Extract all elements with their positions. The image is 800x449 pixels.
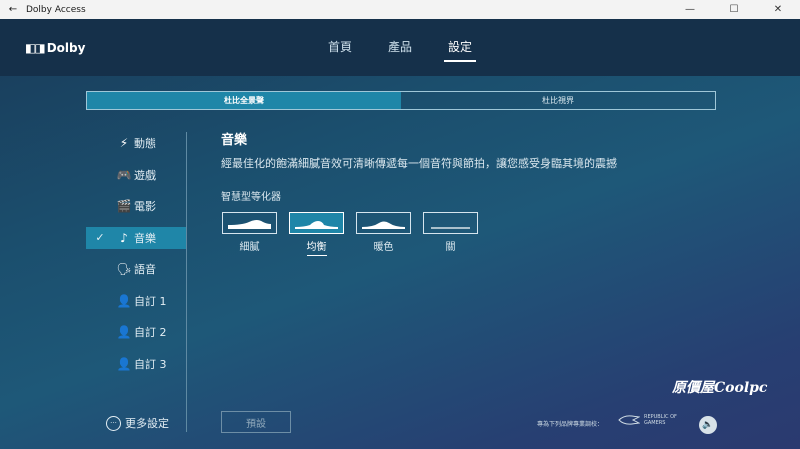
reset-default-button[interactable]: 預設 (221, 411, 291, 433)
rog-logo: REPUBLIC OF GAMERS (618, 414, 677, 426)
rog-eye-icon (618, 415, 640, 425)
eq-preset-label: 細膩 (239, 242, 260, 253)
sidebar-item-voice[interactable]: 🗣 語音 (86, 258, 186, 280)
sidebar-item-movie[interactable]: 🎬 電影 (86, 195, 186, 217)
sidebar-item-custom-2[interactable]: 👤 自訂 2 (86, 321, 186, 343)
sidebar-item-label: 音樂 (134, 231, 156, 245)
sidebar-item-custom-1[interactable]: 👤 自訂 1 (86, 290, 186, 312)
minimize-icon[interactable]: — (668, 4, 712, 15)
window-titlebar: ← Dolby Access — ☐ ✕ (0, 0, 800, 19)
person-icon: 👤 (116, 325, 132, 339)
sidebar-item-label: 動態 (134, 137, 156, 150)
more-dots-icon: ··· (106, 415, 121, 431)
rog-text-line2: GAMERS (644, 420, 666, 426)
speaker-icon[interactable]: 🔈 (699, 416, 717, 434)
person-icon: 👤 (116, 356, 132, 371)
gamepad-icon: 🎮 (116, 167, 132, 182)
app-header: ◧◨ Dolby 首頁 產品 設定 (0, 19, 800, 76)
sidebar-item-custom-3[interactable]: 👤 自訂 3 (86, 353, 186, 375)
nav-products[interactable]: 產品 (384, 38, 416, 62)
profile-sidebar: ⚡ 動態 🎮 遊戲 🎬 電影 ✓ ♪ 音樂 🗣 語音 👤 自訂 1 👤 自訂 2… (86, 132, 186, 384)
eq-curve-detailed-icon (222, 212, 277, 234)
clapperboard-icon: 🎬 (116, 199, 132, 213)
profile-description: 經最佳化的飽滿細膩音效可清晰傳遞每一個音符與節拍，讓您感受身臨其境的震撼 (221, 157, 617, 170)
sidebar-item-label: 語音 (134, 263, 156, 276)
more-settings-label: 更多設定 (125, 417, 169, 430)
sidebar-item-dynamic[interactable]: ⚡ 動態 (86, 132, 186, 154)
eq-curve-warm-icon (356, 212, 411, 234)
coolpc-watermark: 原價屋Coolpc (672, 380, 768, 396)
eq-preset-label: 暖色 (373, 242, 394, 253)
speaking-person-icon: 🗣 (116, 262, 132, 276)
sidebar-item-label: 電影 (134, 200, 156, 213)
sidebar-item-label: 自訂 3 (134, 357, 167, 371)
close-icon[interactable]: ✕ (756, 4, 800, 15)
nav-home[interactable]: 首頁 (324, 38, 356, 62)
tab-dolby-atmos[interactable]: 杜比全景聲 (87, 92, 401, 109)
sidebar-item-music[interactable]: ✓ ♪ 音樂 (86, 226, 186, 249)
back-arrow-icon[interactable]: ← (0, 4, 26, 15)
equalizer-label: 智慧型等化器 (221, 192, 281, 203)
mode-tabs: 杜比全景聲 杜比視界 (86, 91, 716, 110)
eq-preset-warm[interactable]: 暖色 (356, 212, 411, 256)
eq-preset-off[interactable]: 關 (423, 212, 478, 256)
maximize-icon[interactable]: ☐ (712, 4, 756, 15)
check-icon: ✓ (95, 231, 105, 244)
sidebar-item-label: 遊戲 (134, 168, 156, 182)
sidebar-divider (186, 132, 187, 432)
window-title: Dolby Access (26, 4, 86, 15)
more-settings-link[interactable]: ··· 更多設定 (106, 415, 169, 431)
equalizer-presets: 細膩 均衡 暖色 關 (222, 212, 478, 256)
sidebar-item-label: 自訂 1 (134, 294, 167, 308)
main-nav: 首頁 產品 設定 (0, 38, 800, 62)
person-icon: 👤 (116, 293, 132, 308)
eq-preset-balanced[interactable]: 均衡 (289, 212, 344, 256)
sidebar-item-game[interactable]: 🎮 遊戲 (86, 164, 186, 186)
music-note-icon: ♪ (120, 230, 128, 245)
eq-curve-off-icon (423, 212, 478, 234)
eq-preset-label: 關 (445, 242, 456, 253)
brand-tuning-note: 專為下列品牌專業調校： (537, 421, 604, 428)
eq-curve-balanced-icon (289, 212, 344, 234)
eq-preset-detailed[interactable]: 細膩 (222, 212, 277, 256)
nav-settings[interactable]: 設定 (444, 38, 477, 62)
lightning-icon: ⚡ (119, 136, 129, 150)
tab-dolby-vision[interactable]: 杜比視界 (401, 92, 715, 109)
sidebar-item-label: 自訂 2 (134, 326, 167, 339)
profile-title: 音樂 (221, 133, 248, 148)
eq-preset-label: 均衡 (306, 238, 327, 256)
